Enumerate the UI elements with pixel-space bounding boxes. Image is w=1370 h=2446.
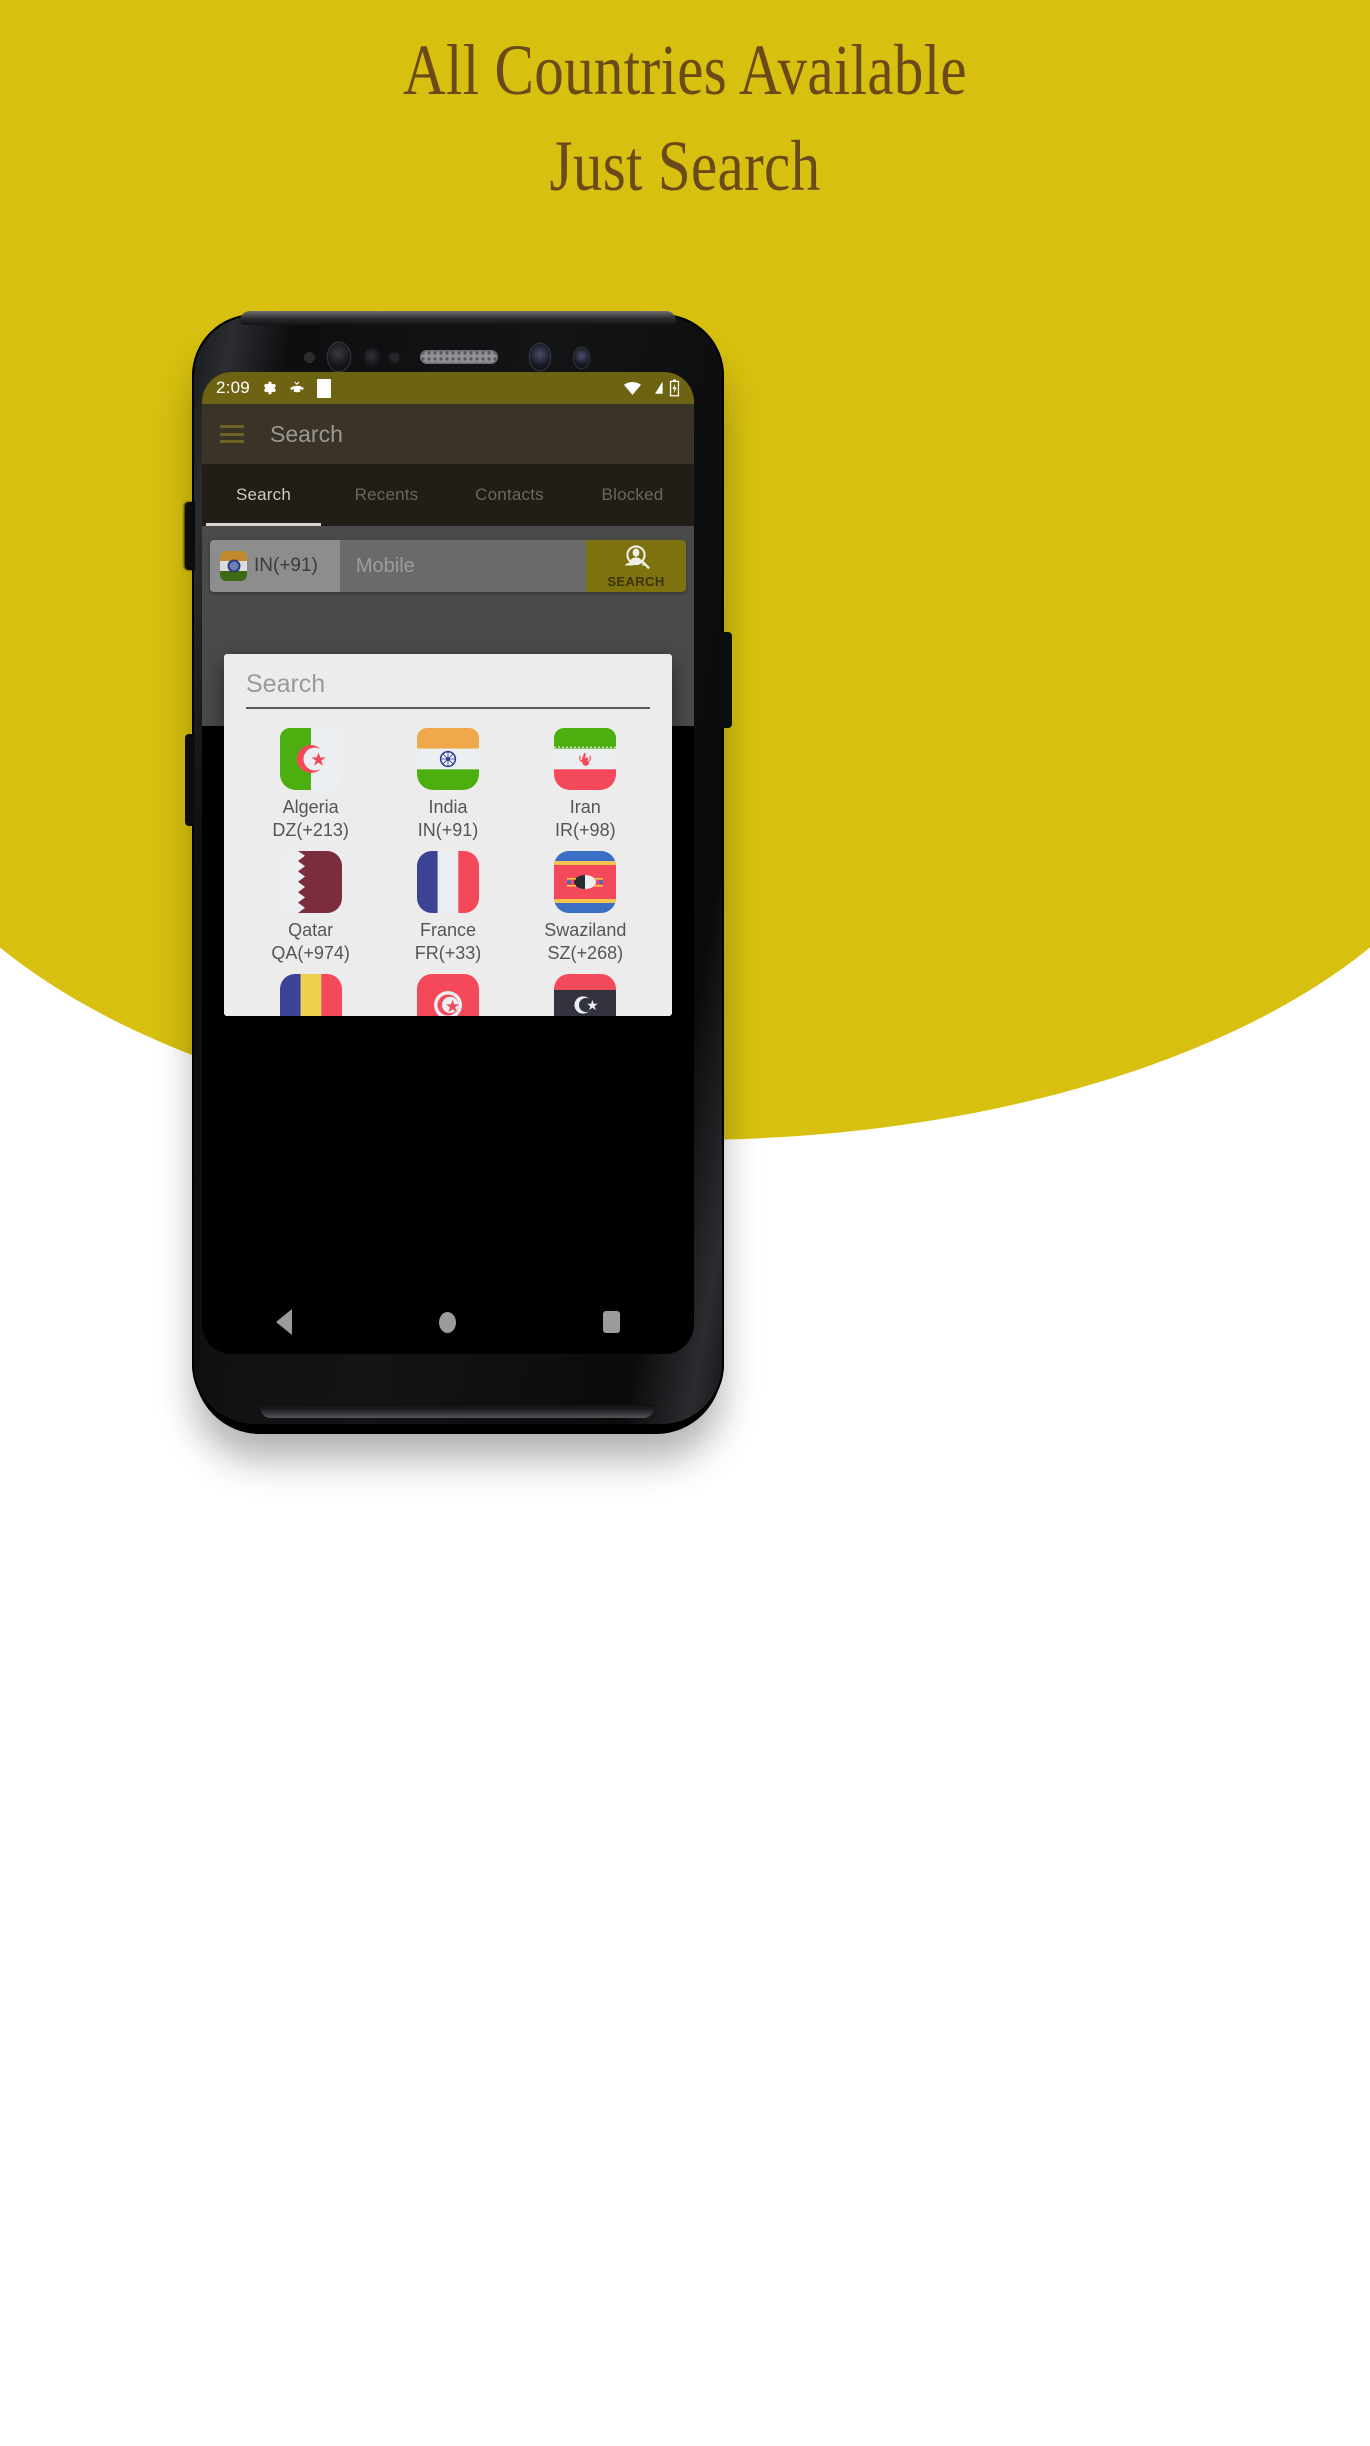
android-nav-bar <box>202 1290 694 1354</box>
home-icon[interactable] <box>438 1311 456 1333</box>
dialog-search-input[interactable]: Search <box>246 670 325 698</box>
status-bar-right <box>624 379 680 397</box>
country-code-label: IN(+91) <box>254 555 318 576</box>
qatar-flag-icon <box>279 851 342 913</box>
country-code: QA(+974) <box>271 943 350 963</box>
missed-call-icon <box>289 381 304 393</box>
country-name: Qatar <box>288 920 334 940</box>
signal-icon <box>655 382 663 394</box>
country-name: Iran <box>569 797 601 817</box>
country-name: France <box>419 920 476 940</box>
country-item-libya[interactable]: Libya LY(+218) <box>517 965 654 1016</box>
phone-top-edge <box>240 311 676 325</box>
tab-search[interactable]: Search <box>202 485 325 505</box>
recents-icon[interactable] <box>603 1311 621 1333</box>
phone-screen: 2:09 Search Search Recents Contacts Bloc… <box>202 372 694 1354</box>
country-item-swaziland[interactable]: Swaziland SZ(+268) <box>517 842 654 965</box>
tab-contacts[interactable]: Contacts <box>448 485 571 505</box>
country-item-romania[interactable]: Romania RO(+40) <box>242 965 379 1016</box>
gear-icon <box>263 381 276 395</box>
country-item-algeria[interactable]: Algeria DZ(+213) <box>242 719 379 842</box>
phone-number-input[interactable]: Mobile <box>339 540 586 592</box>
tab-bar: Search Recents Contacts Blocked <box>202 464 694 526</box>
country-item-qatar[interactable]: Qatar QA(+974) <box>242 842 379 965</box>
ir-camera-icon <box>530 344 550 370</box>
search-row: IN(+91) Mobile SEARCH <box>210 540 686 592</box>
country-code: FR(+33) <box>414 943 482 963</box>
country-name: Algeria <box>282 797 339 817</box>
tunisia-flag-icon <box>416 974 479 1016</box>
country-code: IR(+98) <box>555 820 616 840</box>
person-search-icon <box>622 545 650 569</box>
india-flag-icon <box>220 551 247 581</box>
country-name: India <box>428 797 468 817</box>
power-button[interactable] <box>722 632 732 728</box>
tab-recents[interactable]: Recents <box>325 485 448 505</box>
country-picker-dialog: Search Algeria DZ(+213) India IN(+91) Ir… <box>224 654 672 1016</box>
country-item-france[interactable]: France FR(+33) <box>379 842 516 965</box>
status-bar-clock: 2:09 <box>216 378 250 397</box>
country-item-iran[interactable]: Iran IR(+98) <box>517 719 654 842</box>
country-item-tunisia[interactable]: Tunisia TN(+216) <box>379 965 516 1016</box>
hamburger-icon[interactable] <box>220 425 244 443</box>
status-bar-left: 2:09 <box>216 378 331 398</box>
light-sensor-icon <box>574 348 589 368</box>
app-bar: Search <box>202 404 694 464</box>
phone-sensor-array <box>182 340 714 374</box>
algeria-flag-icon <box>279 728 342 790</box>
app-bar-title: Search <box>270 420 343 447</box>
notification-icon <box>316 378 331 398</box>
country-code: DZ(+213) <box>272 820 349 840</box>
front-camera-icon <box>328 343 350 371</box>
back-icon[interactable] <box>275 1309 292 1335</box>
status-bar: 2:09 <box>202 372 694 404</box>
tab-blocked[interactable]: Blocked <box>571 485 694 505</box>
sensor-dot-icon <box>304 352 315 363</box>
search-button[interactable]: SEARCH <box>586 540 686 592</box>
country-name: Swaziland <box>544 920 627 940</box>
iris-sensor-icon <box>364 348 380 368</box>
battery-icon <box>669 379 680 397</box>
volume-down-button[interactable] <box>185 734 195 826</box>
iran-flag-icon <box>554 728 617 790</box>
page-title-line-2: Just Search <box>549 126 821 206</box>
india-flag-icon <box>416 728 479 790</box>
page-title: All Countries Available Just Search <box>0 22 1370 214</box>
volume-up-button[interactable] <box>185 502 195 570</box>
earpiece-speaker-icon <box>420 350 498 364</box>
proximity-sensor-icon <box>390 353 399 362</box>
page-title-line-1: All Countries Available <box>403 30 967 110</box>
libya-flag-icon <box>554 974 617 1016</box>
country-code-picker[interactable]: IN(+91) <box>210 540 340 592</box>
swaziland-flag-icon <box>554 851 617 913</box>
phone-mockup: 2:09 Search Search Recents Contacts Bloc… <box>182 306 734 1434</box>
tab-active-indicator <box>206 523 321 526</box>
country-item-india[interactable]: India IN(+91) <box>379 719 516 842</box>
phone-bottom-edge <box>260 1404 654 1418</box>
search-row-container: IN(+91) Mobile SEARCH <box>202 526 694 608</box>
france-flag-icon <box>416 851 479 913</box>
country-code: SZ(+268) <box>547 943 624 963</box>
dialog-search-field[interactable]: Search <box>246 670 650 709</box>
wifi-icon <box>624 381 641 395</box>
romania-flag-icon <box>279 974 342 1016</box>
country-grid: Algeria DZ(+213) India IN(+91) Iran IR(+… <box>224 709 672 1016</box>
country-code: IN(+91) <box>417 820 479 840</box>
search-button-label: SEARCH <box>607 574 665 589</box>
